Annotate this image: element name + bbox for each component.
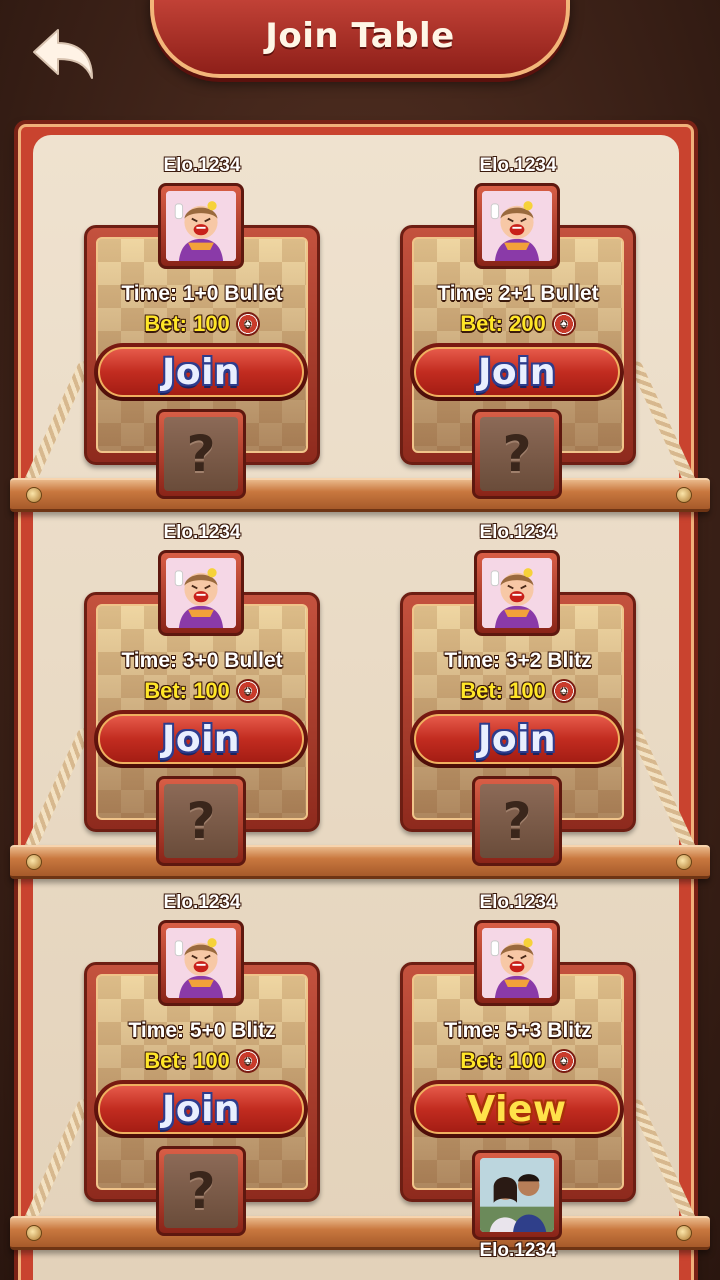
empty-seat[interactable]: ? bbox=[156, 1146, 246, 1236]
bet-row: Bet: 100 ♠ bbox=[84, 1048, 320, 1074]
avatar-image bbox=[166, 928, 236, 998]
bet-row: Bet: 100 ♠ bbox=[400, 678, 636, 704]
join-button[interactable]: Join bbox=[410, 343, 624, 401]
join-button[interactable]: Join bbox=[94, 1080, 308, 1138]
bet-row: Bet: 100 ♠ bbox=[400, 1048, 636, 1074]
back-arrow-icon bbox=[33, 29, 93, 79]
rivet bbox=[26, 1225, 42, 1241]
button-label: Join bbox=[161, 351, 241, 393]
avatar-image bbox=[482, 191, 552, 261]
poker-chip-icon: ♠ bbox=[551, 679, 576, 703]
opponent-avatar[interactable] bbox=[472, 1150, 562, 1240]
time-control-label: Time: 3+0 Bullet bbox=[121, 649, 283, 672]
shelf bbox=[10, 845, 710, 879]
opponent-photo bbox=[480, 1158, 554, 1232]
host-avatar[interactable] bbox=[474, 550, 560, 636]
view-button[interactable]: View bbox=[410, 1080, 624, 1138]
shelf bbox=[10, 1216, 710, 1250]
bet-label: Bet: 100 bbox=[144, 678, 230, 703]
question-mark-icon: ? bbox=[502, 425, 532, 483]
host-avatar[interactable] bbox=[158, 183, 244, 269]
time-control-label: Time: 5+0 Blitz bbox=[128, 1019, 276, 1042]
empty-seat[interactable]: ? bbox=[472, 776, 562, 866]
button-face: View bbox=[414, 1084, 620, 1134]
poker-chip-icon: ♠ bbox=[235, 679, 260, 703]
question-mark-icon: ? bbox=[502, 792, 532, 850]
join-button[interactable]: Join bbox=[94, 710, 308, 768]
opponent-elo: Elo.1234 bbox=[479, 1240, 557, 1261]
avatar-image bbox=[482, 558, 552, 628]
button-label: Join bbox=[161, 1088, 241, 1130]
empty-seat-face: ? bbox=[164, 417, 238, 491]
bet-row: Bet: 200 ♠ bbox=[400, 311, 636, 337]
empty-seat-face: ? bbox=[164, 784, 238, 858]
host-elo: Elo.1234 bbox=[479, 522, 557, 543]
time-control-label: Time: 2+1 Bullet bbox=[437, 282, 599, 305]
time-control-label: Time: 1+0 Bullet bbox=[121, 282, 283, 305]
host-elo: Elo.1234 bbox=[163, 522, 241, 543]
host-elo: Elo.1234 bbox=[479, 155, 557, 176]
bet-label: Bet: 100 bbox=[460, 678, 546, 703]
button-face: Join bbox=[414, 347, 620, 397]
rivet bbox=[676, 1225, 692, 1241]
empty-seat-face: ? bbox=[480, 784, 554, 858]
avatar-image bbox=[482, 928, 552, 998]
empty-seat-face: ? bbox=[164, 1154, 238, 1228]
time-control-label: Time: 3+2 Blitz bbox=[444, 649, 592, 672]
rivet bbox=[676, 854, 692, 870]
button-label: View bbox=[467, 1088, 567, 1130]
rivet bbox=[676, 487, 692, 503]
join-button[interactable]: Join bbox=[410, 710, 624, 768]
host-elo: Elo.1234 bbox=[479, 892, 557, 913]
button-face: Join bbox=[98, 347, 304, 397]
button-label: Join bbox=[477, 718, 557, 760]
bet-label: Bet: 100 bbox=[460, 1048, 546, 1073]
empty-seat[interactable]: ? bbox=[472, 409, 562, 499]
empty-seat-face: ? bbox=[480, 417, 554, 491]
host-elo: Elo.1234 bbox=[163, 892, 241, 913]
avatar-image bbox=[166, 191, 236, 261]
bet-label: Bet: 100 bbox=[144, 1048, 230, 1073]
button-face: Join bbox=[98, 1084, 304, 1134]
back-button[interactable] bbox=[30, 26, 96, 84]
rivet bbox=[26, 854, 42, 870]
poker-chip-icon: ♠ bbox=[235, 312, 260, 336]
poker-chip-icon: ♠ bbox=[235, 1049, 260, 1073]
button-face: Join bbox=[98, 714, 304, 764]
poker-chip-icon: ♠ bbox=[551, 312, 576, 336]
question-mark-icon: ? bbox=[186, 792, 216, 850]
empty-seat[interactable]: ? bbox=[156, 409, 246, 499]
time-control-label: Time: 5+3 Blitz bbox=[444, 1019, 592, 1042]
host-avatar[interactable] bbox=[158, 550, 244, 636]
shelf bbox=[10, 478, 710, 512]
host-avatar[interactable] bbox=[474, 920, 560, 1006]
question-mark-icon: ? bbox=[186, 1162, 216, 1220]
bet-label: Bet: 200 bbox=[460, 311, 546, 336]
question-mark-icon: ? bbox=[186, 425, 216, 483]
button-face: Join bbox=[414, 714, 620, 764]
host-avatar[interactable] bbox=[158, 920, 244, 1006]
avatar-image bbox=[166, 558, 236, 628]
empty-seat[interactable]: ? bbox=[156, 776, 246, 866]
header-banner: Join Table bbox=[150, 0, 570, 78]
host-elo: Elo.1234 bbox=[163, 155, 241, 176]
bet-row: Bet: 100 ♠ bbox=[84, 311, 320, 337]
page-title: Join Table bbox=[265, 16, 455, 56]
join-button[interactable]: Join bbox=[94, 343, 308, 401]
bet-label: Bet: 100 bbox=[144, 311, 230, 336]
button-label: Join bbox=[477, 351, 557, 393]
bet-row: Bet: 100 ♠ bbox=[84, 678, 320, 704]
poker-chip-icon: ♠ bbox=[551, 1049, 576, 1073]
button-label: Join bbox=[161, 718, 241, 760]
rivet bbox=[26, 487, 42, 503]
host-avatar[interactable] bbox=[474, 183, 560, 269]
